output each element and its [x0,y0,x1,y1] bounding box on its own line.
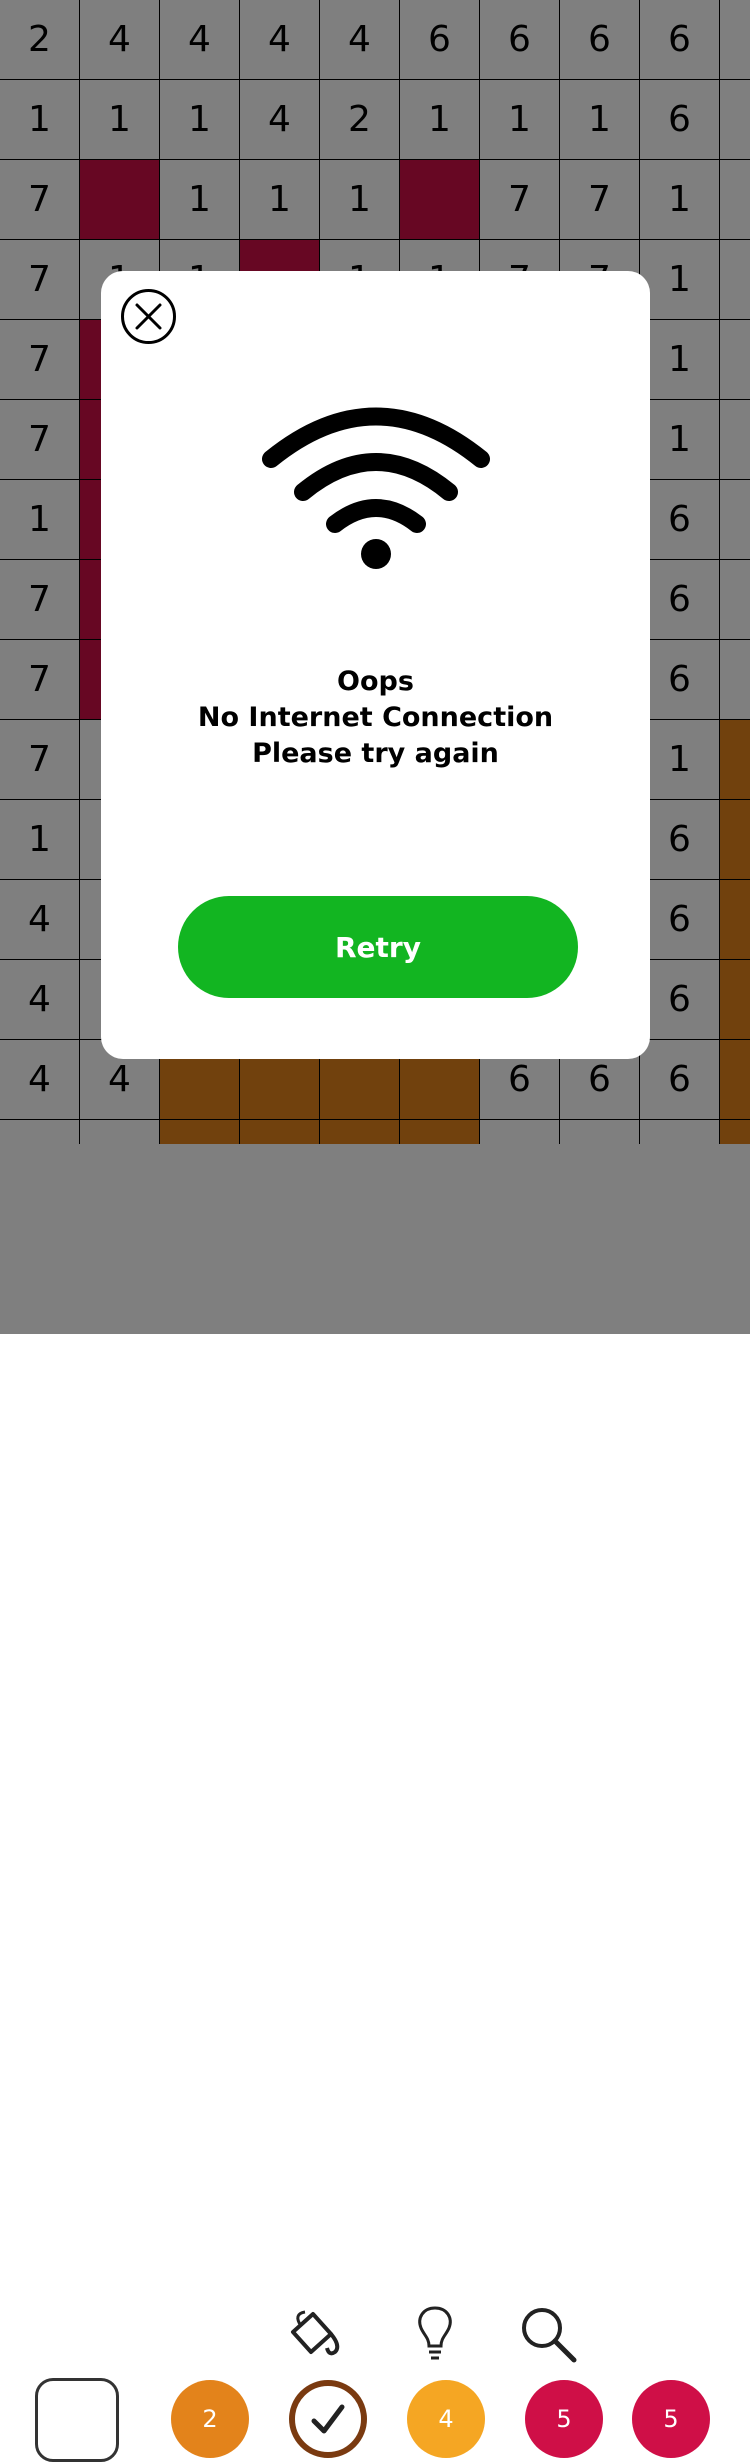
dialog-subtitle: No Internet Connection [197,702,554,733]
color-swatch-selected[interactable] [289,2380,367,2458]
retry-button-label: Retry [335,930,421,964]
no-internet-dialog: Oops No Internet Connection Please try a… [101,271,650,1059]
wifi-icon [261,404,491,574]
color-swatch[interactable]: 5 [632,2380,710,2458]
color-swatch[interactable]: 5 [525,2380,603,2458]
blank-swatch[interactable] [35,2378,119,2462]
retry-button[interactable]: Retry [178,896,578,998]
color-swatch[interactable]: 4 [407,2380,485,2458]
dialog-title: Oops [337,666,414,697]
lightbulb-icon[interactable] [405,2304,465,2364]
swatch-number: 4 [438,2405,454,2433]
close-icon [121,289,176,344]
dialog-message: Oops No Internet Connection Please try a… [101,664,650,772]
swatch-number: 5 [663,2405,679,2433]
paint-bucket-icon[interactable] [283,2304,343,2364]
close-button[interactable] [120,288,177,345]
color-swatch[interactable]: 2 [171,2380,249,2458]
checkmark-icon [311,2404,345,2434]
swatch-number: 2 [202,2405,218,2433]
dialog-hint: Please try again [252,738,499,769]
magnifier-icon[interactable] [518,2304,578,2364]
swatch-number: 5 [556,2405,572,2433]
